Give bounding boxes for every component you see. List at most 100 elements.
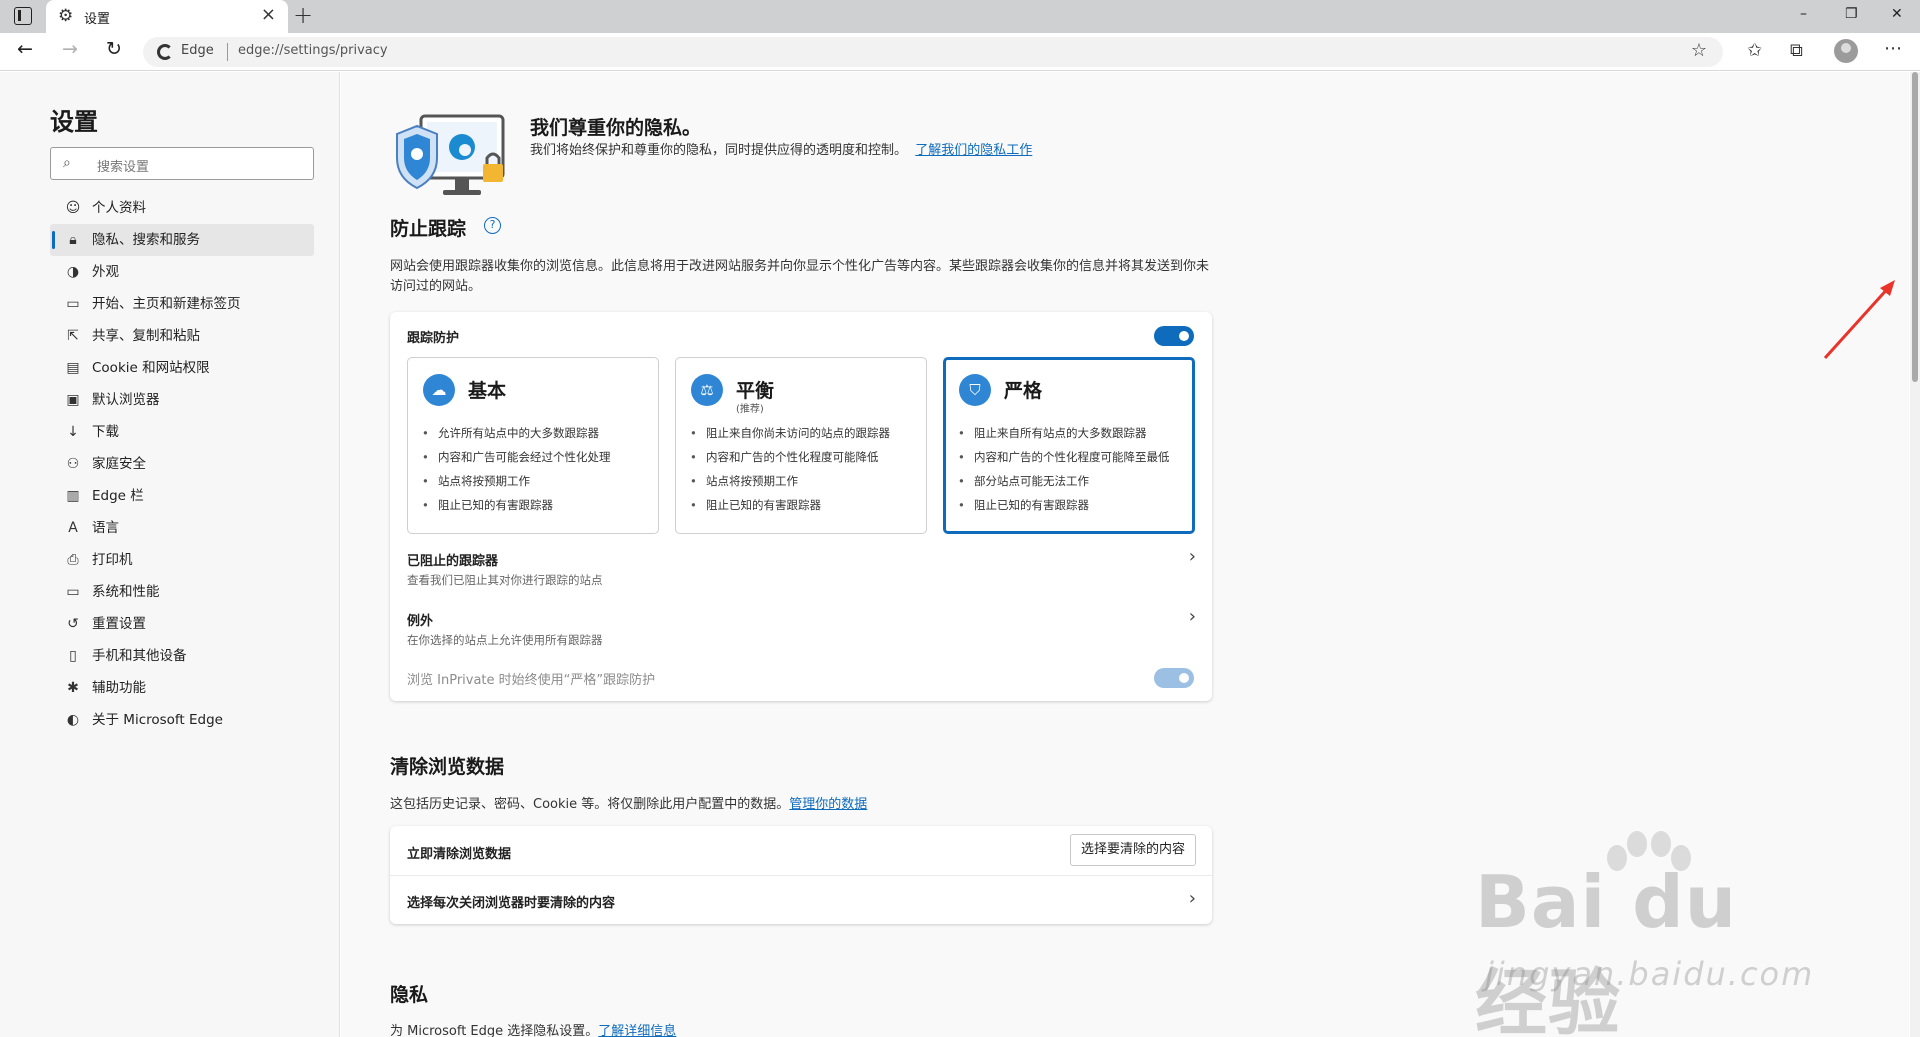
language-icon: A [68,520,78,536]
forward-arrow-icon[interactable]: → [62,38,78,60]
close-window-button[interactable]: ✕ [1891,6,1903,22]
collections-icon[interactable]: ⧉ [1790,40,1803,61]
add-favorite-icon[interactable]: ☆ [1691,40,1707,61]
blocked-trackers-link[interactable]: 已阻止的跟踪器 [407,550,498,569]
tab-actions-icon[interactable] [14,7,32,25]
sidebar-item-system[interactable]: ▭ 系统和性能 [50,576,314,608]
tracking-option-basic[interactable]: ☁ 基本 允许所有站点中的大多数跟踪器 内容和广告可能会经过个性化处理 站点将按… [407,357,659,534]
refresh-icon[interactable]: ↻ [106,38,122,60]
sidebar-title: 设置 [50,108,98,136]
scrollbar[interactable] [1910,72,1920,1037]
watermark-main: Bai du 经验 [1475,860,1738,1037]
hero-description: 我们将始终保护和尊重你的隐私，同时提供应得的透明度和控制。 了解我们的隐私工作 [530,140,1090,161]
sidebar-item-phone[interactable]: ▯ 手机和其他设备 [50,640,314,672]
manage-data-link[interactable]: 管理你的数据 [789,797,867,812]
sidebar-item-label: 下载 [92,424,119,440]
sidebar-item-appearance[interactable]: ◑ 外观 [50,256,314,288]
sidebar-item-printers[interactable]: ⎙ 打印机 [50,544,314,576]
minimize-button[interactable]: – [1800,6,1807,22]
option-name: 基本 [468,380,507,402]
tracking-option-balanced[interactable]: ⚖ 平衡 (推荐) 阻止来自你尚未访问的站点的跟踪器 内容和广告的个性化程度可能… [675,357,927,534]
tracking-protection-toggle[interactable] [1154,326,1194,346]
privacy-section-title: 隐私 [390,984,429,1006]
list-item: 站点将按预期工作 [690,469,890,493]
privacy-desc-text: 为 Microsoft Edge 选择隐私设置。 [390,1024,599,1037]
sidebar-item-share[interactable]: ⇱ 共享、复制和粘贴 [50,320,314,352]
tracking-option-strict[interactable]: ⛉ 严格 阻止来自所有站点的大多数跟踪器 内容和广告的个性化程度可能降至最低 部… [943,357,1195,534]
gear-icon: ⚙ [58,6,74,26]
sidebar-item-cookies[interactable]: ▤ Cookie 和网站权限 [50,352,314,384]
sidebar-item-start-home[interactable]: ▭ 开始、主页和新建标签页 [50,288,314,320]
option-bullets: 阻止来自你尚未访问的站点的跟踪器 内容和广告的个性化程度可能降低 站点将按预期工… [690,421,890,517]
sidebar-item-downloads[interactable]: ↓ 下载 [50,416,314,448]
sidebar-item-label: 手机和其他设备 [92,648,187,664]
option-bullets: 允许所有站点中的大多数跟踪器 内容和广告可能会经过个性化处理 站点将按预期工作 … [422,421,611,517]
exceptions-desc: 在你选择的站点上允许使用所有跟踪器 [407,633,603,647]
privacy-more-link[interactable]: 了解详细信息 [598,1024,676,1037]
option-name: 严格 [1004,380,1043,402]
sidebar-item-label: 辅助功能 [92,680,146,696]
exceptions-link[interactable]: 例外 [407,610,433,629]
list-item: 允许所有站点中的大多数跟踪器 [422,421,611,445]
tab-close-icon[interactable]: × [261,4,276,25]
home-icon: ▭ [66,296,80,312]
sidebar-item-label: 打印机 [92,552,133,568]
list-item: 部分站点可能无法工作 [958,469,1170,493]
search-icon: ⌕ [63,155,71,171]
address-bar[interactable]: Edge edge://settings/privacy ☆ [143,37,1723,67]
privacy-description: 为 Microsoft Edge 选择隐私设置。了解详细信息 [390,1022,676,1037]
baidu-watermark: Bai du 经验 jingyan.baidu.com [1475,830,1825,1037]
search-input[interactable]: ⌕ 搜索设置 [50,147,314,180]
tab-title: 设置 [84,12,111,27]
scrollbar-thumb[interactable] [1912,72,1918,382]
tracking-card: 跟踪防护 ☁ 基本 允许所有站点中的大多数跟踪器 内容和广告可能会经过个性化处理… [390,312,1212,701]
choose-what-to-clear-button[interactable]: 选择要清除的内容 [1069,834,1196,866]
help-icon[interactable]: ? [484,217,501,234]
sidebar-item-privacy[interactable]: 🔒︎ 隐私、搜索和服务 [50,224,314,256]
sidebar-item-about[interactable]: ◐ 关于 Microsoft Edge [50,704,314,736]
list-item: 阻止已知的有害跟踪器 [690,493,890,517]
blocked-trackers-desc: 查看我们已阻止其对你进行跟踪的站点 [407,573,603,587]
sidebar-item-profile[interactable]: ☺ 个人资料 [50,192,314,224]
search-placeholder: 搜索设置 [97,160,150,175]
clear-on-close-link[interactable]: 选择每次关闭浏览器时要清除的内容 [407,892,615,911]
share-icon: ⇱ [67,328,79,344]
new-tab-icon[interactable]: + [293,1,313,29]
clear-data-card: 立即清除浏览数据 选择要清除的内容 选择每次关闭浏览器时要清除的内容 › [390,826,1212,924]
privacy-learn-link[interactable]: 了解我们的隐私工作 [915,143,1032,158]
sidebar-item-edge-bar[interactable]: ▥ Edge 栏 [50,480,314,512]
printer-icon: ⎙ [67,552,79,568]
url-text[interactable]: edge://settings/privacy [238,43,388,58]
chevron-right-icon[interactable]: › [1189,888,1196,909]
sidebar-nav: ☺ 个人资料 🔒︎ 隐私、搜索和服务 ◑ 外观 ▭ 开始、主页和新建标签页 ⇱ 共享、复制… [50,192,314,736]
tracking-section-title: 防止跟踪 [390,218,467,240]
list-item: 阻止已知的有害跟踪器 [422,493,611,517]
sidebar-item-label: 关于 Microsoft Edge [92,712,223,728]
chevron-right-icon[interactable]: › [1189,546,1196,567]
divider [390,875,1212,876]
back-arrow-icon[interactable]: ← [17,38,33,60]
clear-now-label: 立即清除浏览数据 [407,847,512,862]
option-bullets: 阻止来自所有站点的大多数跟踪器 内容和广告的个性化程度可能降至最低 部分站点可能… [958,421,1170,517]
list-item: 阻止已知的有害跟踪器 [958,493,1170,517]
sidebar-item-family[interactable]: ⚇ 家庭安全 [50,448,314,480]
inprivate-strict-label: 浏览 InPrivate 时始终使用“严格”跟踪防护 [407,673,656,688]
sidebar-item-accessibility[interactable]: ✱ 辅助功能 [50,672,314,704]
chevron-right-icon[interactable]: › [1189,606,1196,627]
more-menu-icon[interactable]: ⋯ [1884,38,1902,59]
favorites-icon[interactable]: ✩ [1747,40,1762,61]
sidebar-item-label: Cookie 和网站权限 [92,360,210,376]
sidebar-item-default-browser[interactable]: ▣ 默认浏览器 [50,384,314,416]
sidebar-item-languages[interactable]: A 语言 [50,512,314,544]
browser-toolbar: ← → ↻ Edge edge://settings/privacy ☆ ✩ ⧉… [0,33,1920,71]
watermark-sub: jingyan.baidu.com [1485,955,1815,993]
system-icon: ▭ [66,584,80,600]
option-name: 平衡 [736,380,775,402]
tab-settings[interactable]: ⚙ 设置 × [46,0,288,33]
sidebar-item-label: 默认浏览器 [92,392,160,408]
restore-button[interactable]: ❐ [1845,6,1858,22]
avatar[interactable] [1834,39,1858,63]
balance-icon: ⚖ [691,374,723,406]
sidebar-item-reset[interactable]: ↺ 重置设置 [50,608,314,640]
title-bar: ⚙ 设置 × + – ❐ ✕ [0,0,1920,33]
